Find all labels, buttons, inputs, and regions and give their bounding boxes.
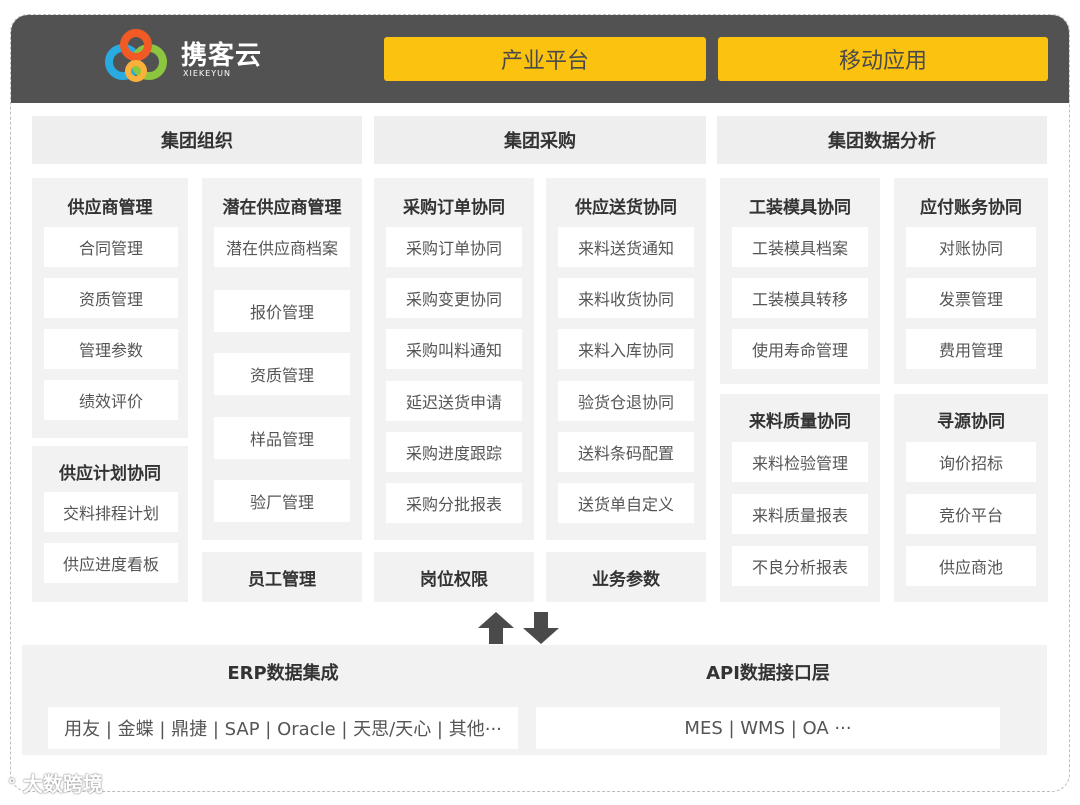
- module-tooling: 工装模具协同 工装模具档案 工装模具转移 使用寿命管理: [720, 178, 880, 384]
- api-title: API数据接口层: [706, 663, 830, 684]
- module-item[interactable]: 采购变更协同: [386, 278, 522, 318]
- module-title: 应付账务协同: [920, 197, 1022, 218]
- module-item[interactable]: 竞价平台: [906, 494, 1036, 534]
- module-title: 供应商管理: [67, 197, 153, 218]
- top-bar: 携客云 XIEKEYUN 产业平台 移动应用: [11, 15, 1069, 103]
- logo-icon: [105, 29, 167, 82]
- module-item[interactable]: 合同管理: [44, 227, 178, 267]
- module-item[interactable]: 来料入库协同: [558, 329, 694, 369]
- module-item[interactable]: 验厂管理: [214, 480, 350, 522]
- module-item[interactable]: 不良分析报表: [732, 546, 868, 586]
- mobile-app-button[interactable]: 移动应用: [718, 37, 1048, 81]
- module-item[interactable]: 延迟送货申请: [386, 381, 522, 421]
- module-item[interactable]: 费用管理: [906, 329, 1036, 369]
- sync-arrows-icon: [478, 612, 559, 644]
- module-item[interactable]: 供应进度看板: [44, 543, 178, 583]
- module-item[interactable]: 来料收货协同: [558, 278, 694, 318]
- position-permissions[interactable]: 岗位权限: [374, 552, 534, 602]
- module-item[interactable]: 采购叫料通知: [386, 329, 522, 369]
- watermark-text: 大数跨境: [22, 772, 103, 796]
- module-title: 供应计划协同: [59, 463, 161, 484]
- module-item[interactable]: 询价招标: [906, 442, 1036, 482]
- api-list: MES | WMS | OA ···: [536, 707, 1000, 749]
- module-item[interactable]: 工装模具转移: [732, 278, 868, 318]
- module-title: 潜在供应商管理: [222, 197, 342, 218]
- section-group-analytics: 集团数据分析: [717, 116, 1047, 164]
- module-item[interactable]: 对账协同: [906, 227, 1036, 267]
- module-po-collab: 采购订单协同 采购订单协同 采购变更协同 采购叫料通知 延迟送货申请 采购进度跟…: [374, 178, 534, 540]
- module-ap: 应付账务协同 对账协同 发票管理 费用管理: [894, 178, 1048, 384]
- module-quality: 来料质量协同 来料检验管理 来料质量报表 不良分析报表: [720, 394, 880, 602]
- module-item[interactable]: 来料质量报表: [732, 494, 868, 534]
- module-item[interactable]: 采购订单协同: [386, 227, 522, 267]
- module-item[interactable]: 发票管理: [906, 278, 1036, 318]
- erp-list: 用友 | 金蝶 | 鼎捷 | SAP | Oracle | 天思/天心 | 其他…: [48, 707, 518, 749]
- section-group-purchase: 集团采购: [374, 116, 706, 164]
- section-group-org: 集团组织: [32, 116, 362, 164]
- module-item[interactable]: 绩效评价: [44, 380, 178, 420]
- module-item[interactable]: 来料检验管理: [732, 442, 868, 482]
- module-supplier-mgmt: 供应商管理 合同管理 资质管理 管理参数 绩效评价: [32, 178, 188, 438]
- module-sourcing: 寻源协同 询价招标 竞价平台 供应商池: [894, 394, 1048, 602]
- module-item[interactable]: 样品管理: [214, 417, 350, 459]
- module-supply-plan: 供应计划协同 交料排程计划 供应进度看板: [32, 446, 188, 602]
- erp-title: ERP数据集成: [227, 663, 339, 684]
- module-item[interactable]: 使用寿命管理: [732, 329, 868, 369]
- module-title: 工装模具协同: [749, 197, 851, 218]
- module-title: 寻源协同: [937, 411, 1005, 432]
- module-item[interactable]: 送货单自定义: [558, 483, 694, 523]
- module-item[interactable]: 采购进度跟踪: [386, 432, 522, 472]
- staff-management[interactable]: 员工管理: [202, 552, 362, 602]
- integration-panel: ERP数据集成 用友 | 金蝶 | 鼎捷 | SAP | Oracle | 天思…: [22, 645, 1047, 755]
- business-parameters[interactable]: 业务参数: [546, 552, 706, 602]
- module-title: 来料质量协同: [749, 411, 851, 432]
- brand-logo: 携客云 XIEKEYUN: [101, 29, 281, 89]
- watermark: ᐤ 大数跨境: [8, 768, 103, 797]
- module-item[interactable]: 采购分批报表: [386, 483, 522, 523]
- module-item[interactable]: 资质管理: [214, 353, 350, 395]
- module-title: 采购订单协同: [403, 197, 505, 218]
- module-item[interactable]: 资质管理: [44, 278, 178, 318]
- module-item[interactable]: 工装模具档案: [732, 227, 868, 267]
- module-item[interactable]: 验货仓退协同: [558, 381, 694, 421]
- watermark-logo-icon: ᐤ: [8, 772, 16, 796]
- module-item[interactable]: 交料排程计划: [44, 492, 178, 532]
- module-item[interactable]: 来料送货通知: [558, 227, 694, 267]
- module-item[interactable]: 管理参数: [44, 329, 178, 369]
- module-item[interactable]: 供应商池: [906, 546, 1036, 586]
- module-title: 供应送货协同: [575, 197, 677, 218]
- industry-platform-button[interactable]: 产业平台: [384, 37, 706, 81]
- module-item[interactable]: 报价管理: [214, 290, 350, 332]
- brand-subtitle: XIEKEYUN: [183, 69, 231, 78]
- module-delivery-collab: 供应送货协同 来料送货通知 来料收货协同 来料入库协同 验货仓退协同 送料条码配…: [546, 178, 706, 540]
- module-item[interactable]: 潜在供应商档案: [214, 227, 350, 267]
- brand-name: 携客云: [181, 41, 263, 71]
- module-potential-supplier: 潜在供应商管理 潜在供应商档案 报价管理 资质管理 样品管理 验厂管理: [202, 178, 362, 540]
- module-item[interactable]: 送料条码配置: [558, 432, 694, 472]
